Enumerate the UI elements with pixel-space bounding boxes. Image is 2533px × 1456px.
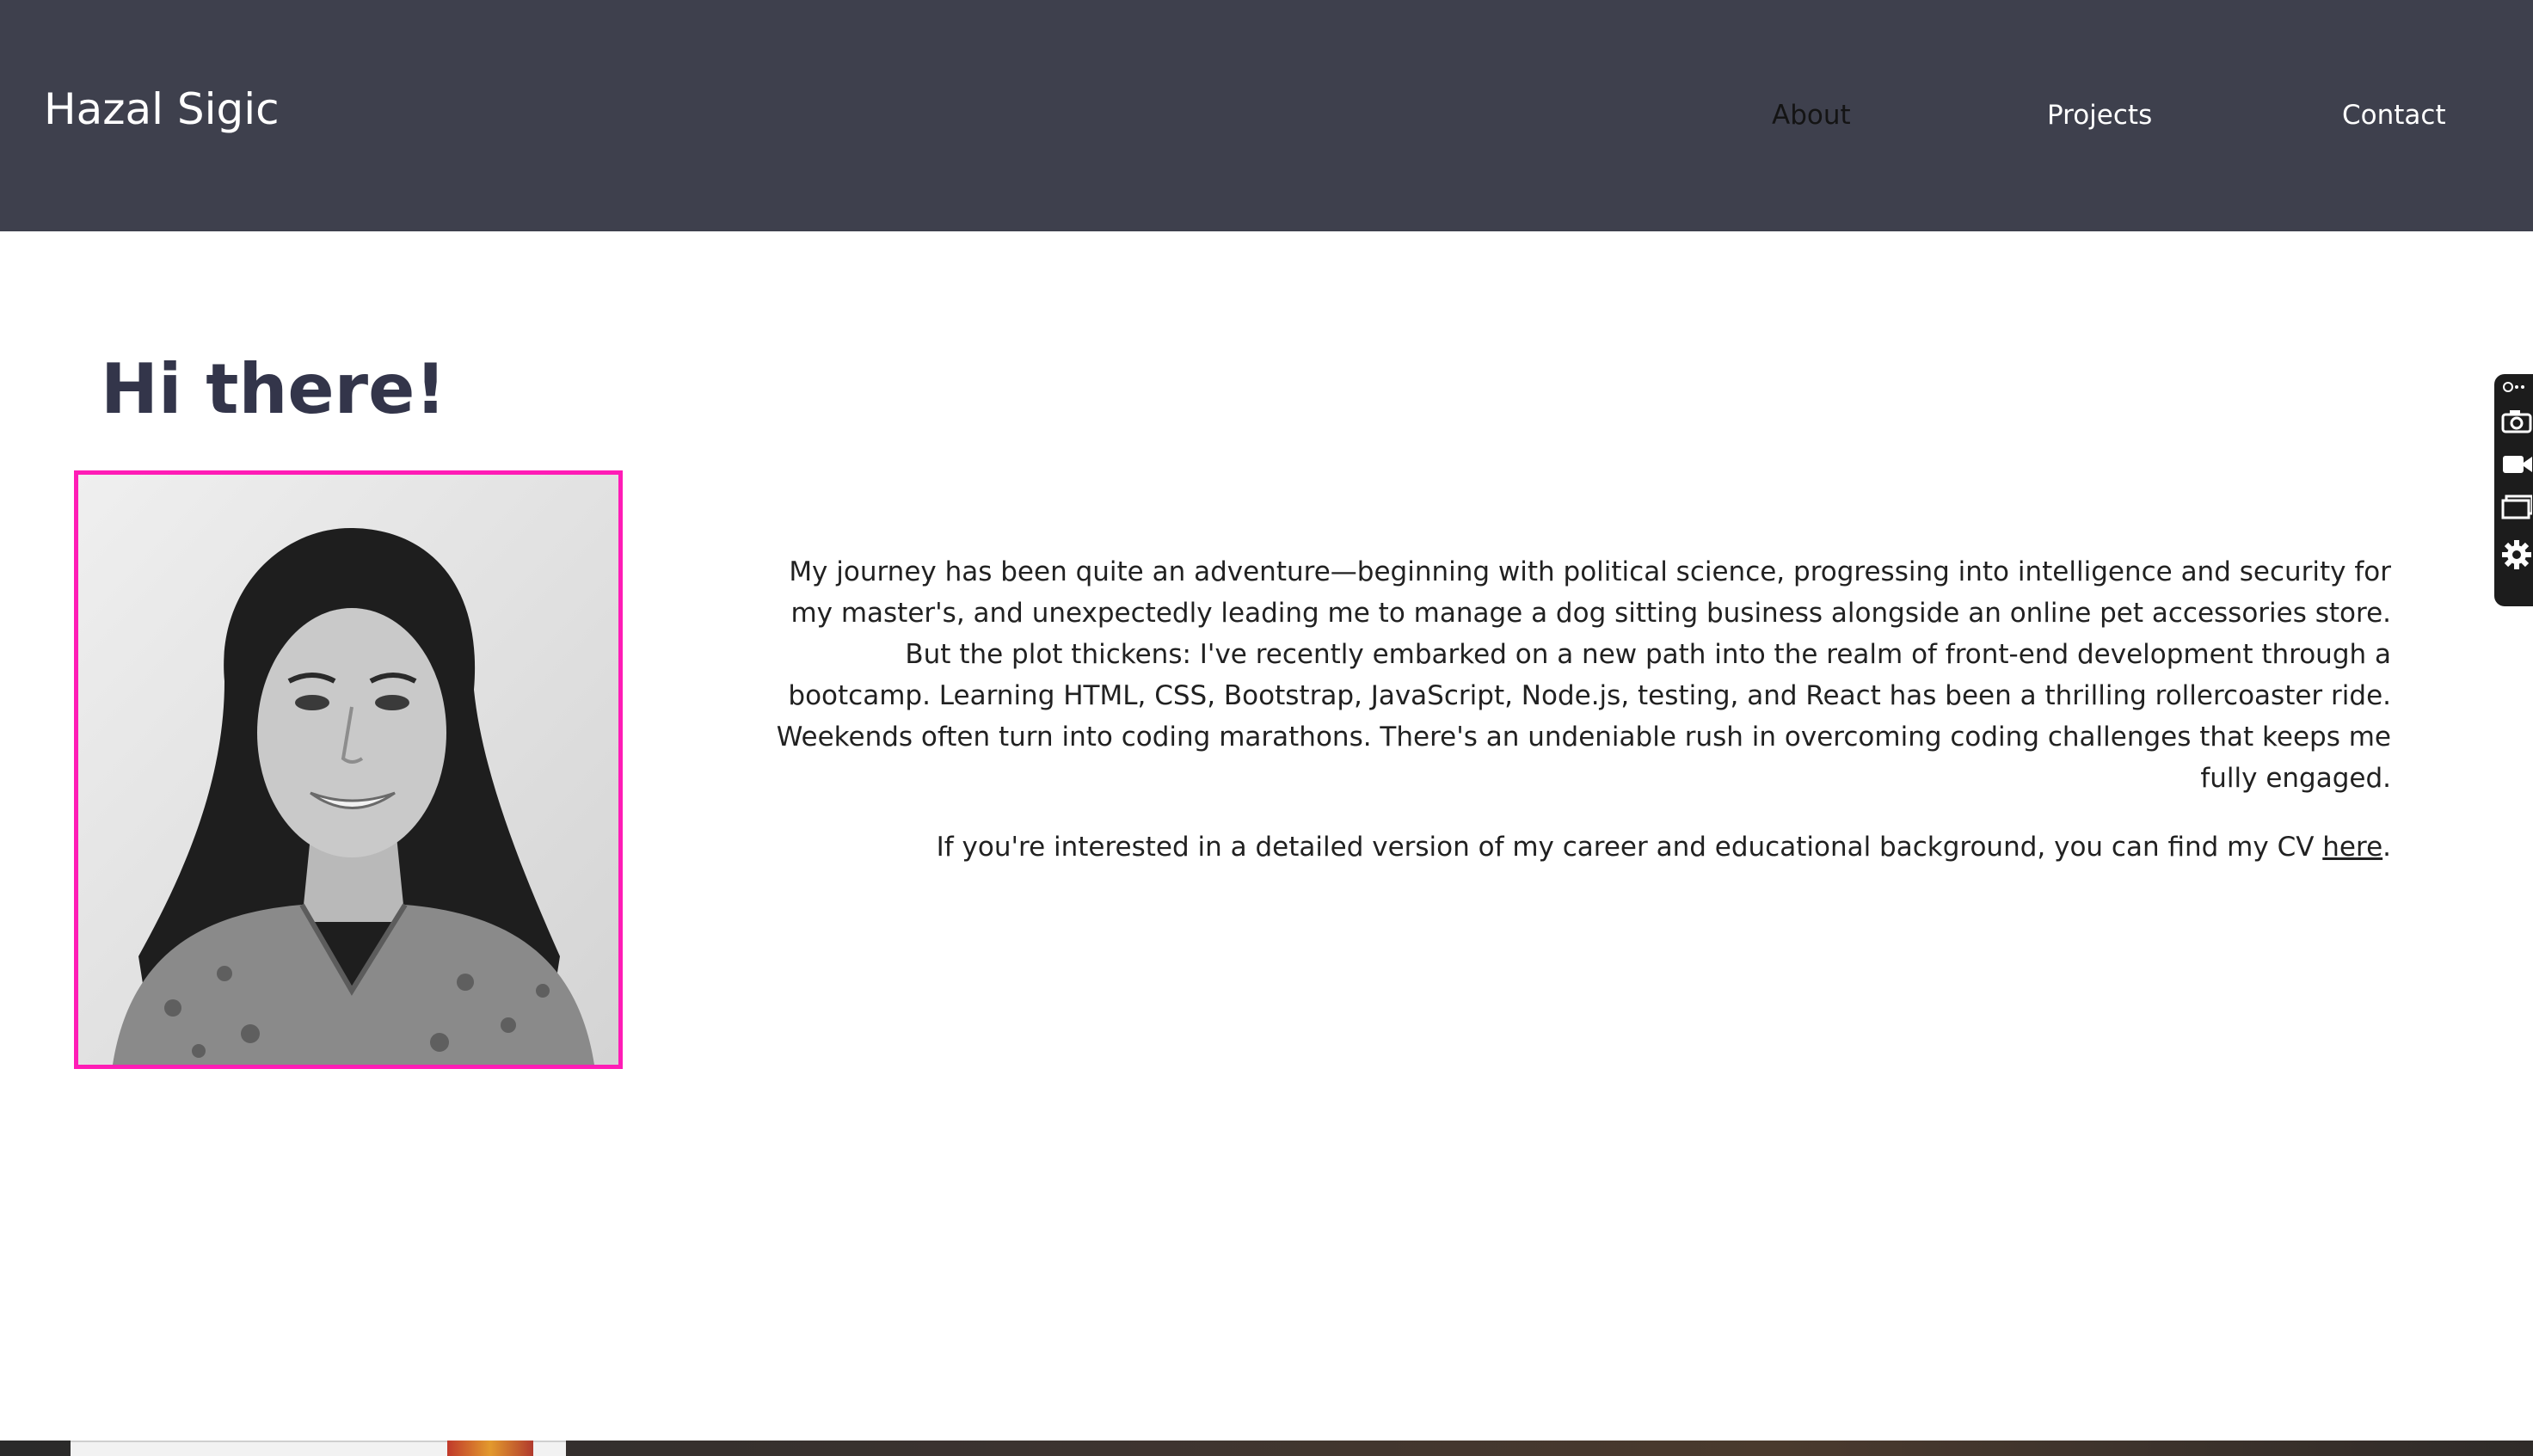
screen-icon[interactable]: [2501, 489, 2533, 524]
cv-link[interactable]: here: [2322, 832, 2382, 863]
camera-icon[interactable]: [2501, 403, 2533, 438]
page-title: Hi there!: [101, 349, 446, 429]
portrait-illustration: [78, 475, 618, 1065]
video-icon[interactable]: [2501, 446, 2533, 481]
nav-link-projects[interactable]: Projects: [2047, 98, 2152, 132]
cv-paragraph: If you're interested in a detailed versi…: [757, 826, 2391, 868]
nav-link-contact[interactable]: Contact: [2342, 98, 2446, 132]
site-brand[interactable]: Hazal Sigic: [44, 82, 280, 137]
link-icon[interactable]: [2501, 378, 2533, 396]
cv-text: If you're interested in a detailed versi…: [936, 832, 2323, 863]
navbar: Hazal Sigic About Projects Contact: [0, 0, 2533, 231]
profile-photo: [74, 470, 623, 1069]
taskbar-app-icon[interactable]: [447, 1441, 533, 1456]
cv-suffix: .: [2382, 832, 2391, 863]
nav-link-about[interactable]: About: [1772, 98, 1851, 132]
bio-paragraph: My journey has been quite an adventure—b…: [776, 556, 2391, 794]
gear-icon[interactable]: [2501, 538, 2533, 572]
screen-capture-toolbar: [2494, 374, 2533, 606]
